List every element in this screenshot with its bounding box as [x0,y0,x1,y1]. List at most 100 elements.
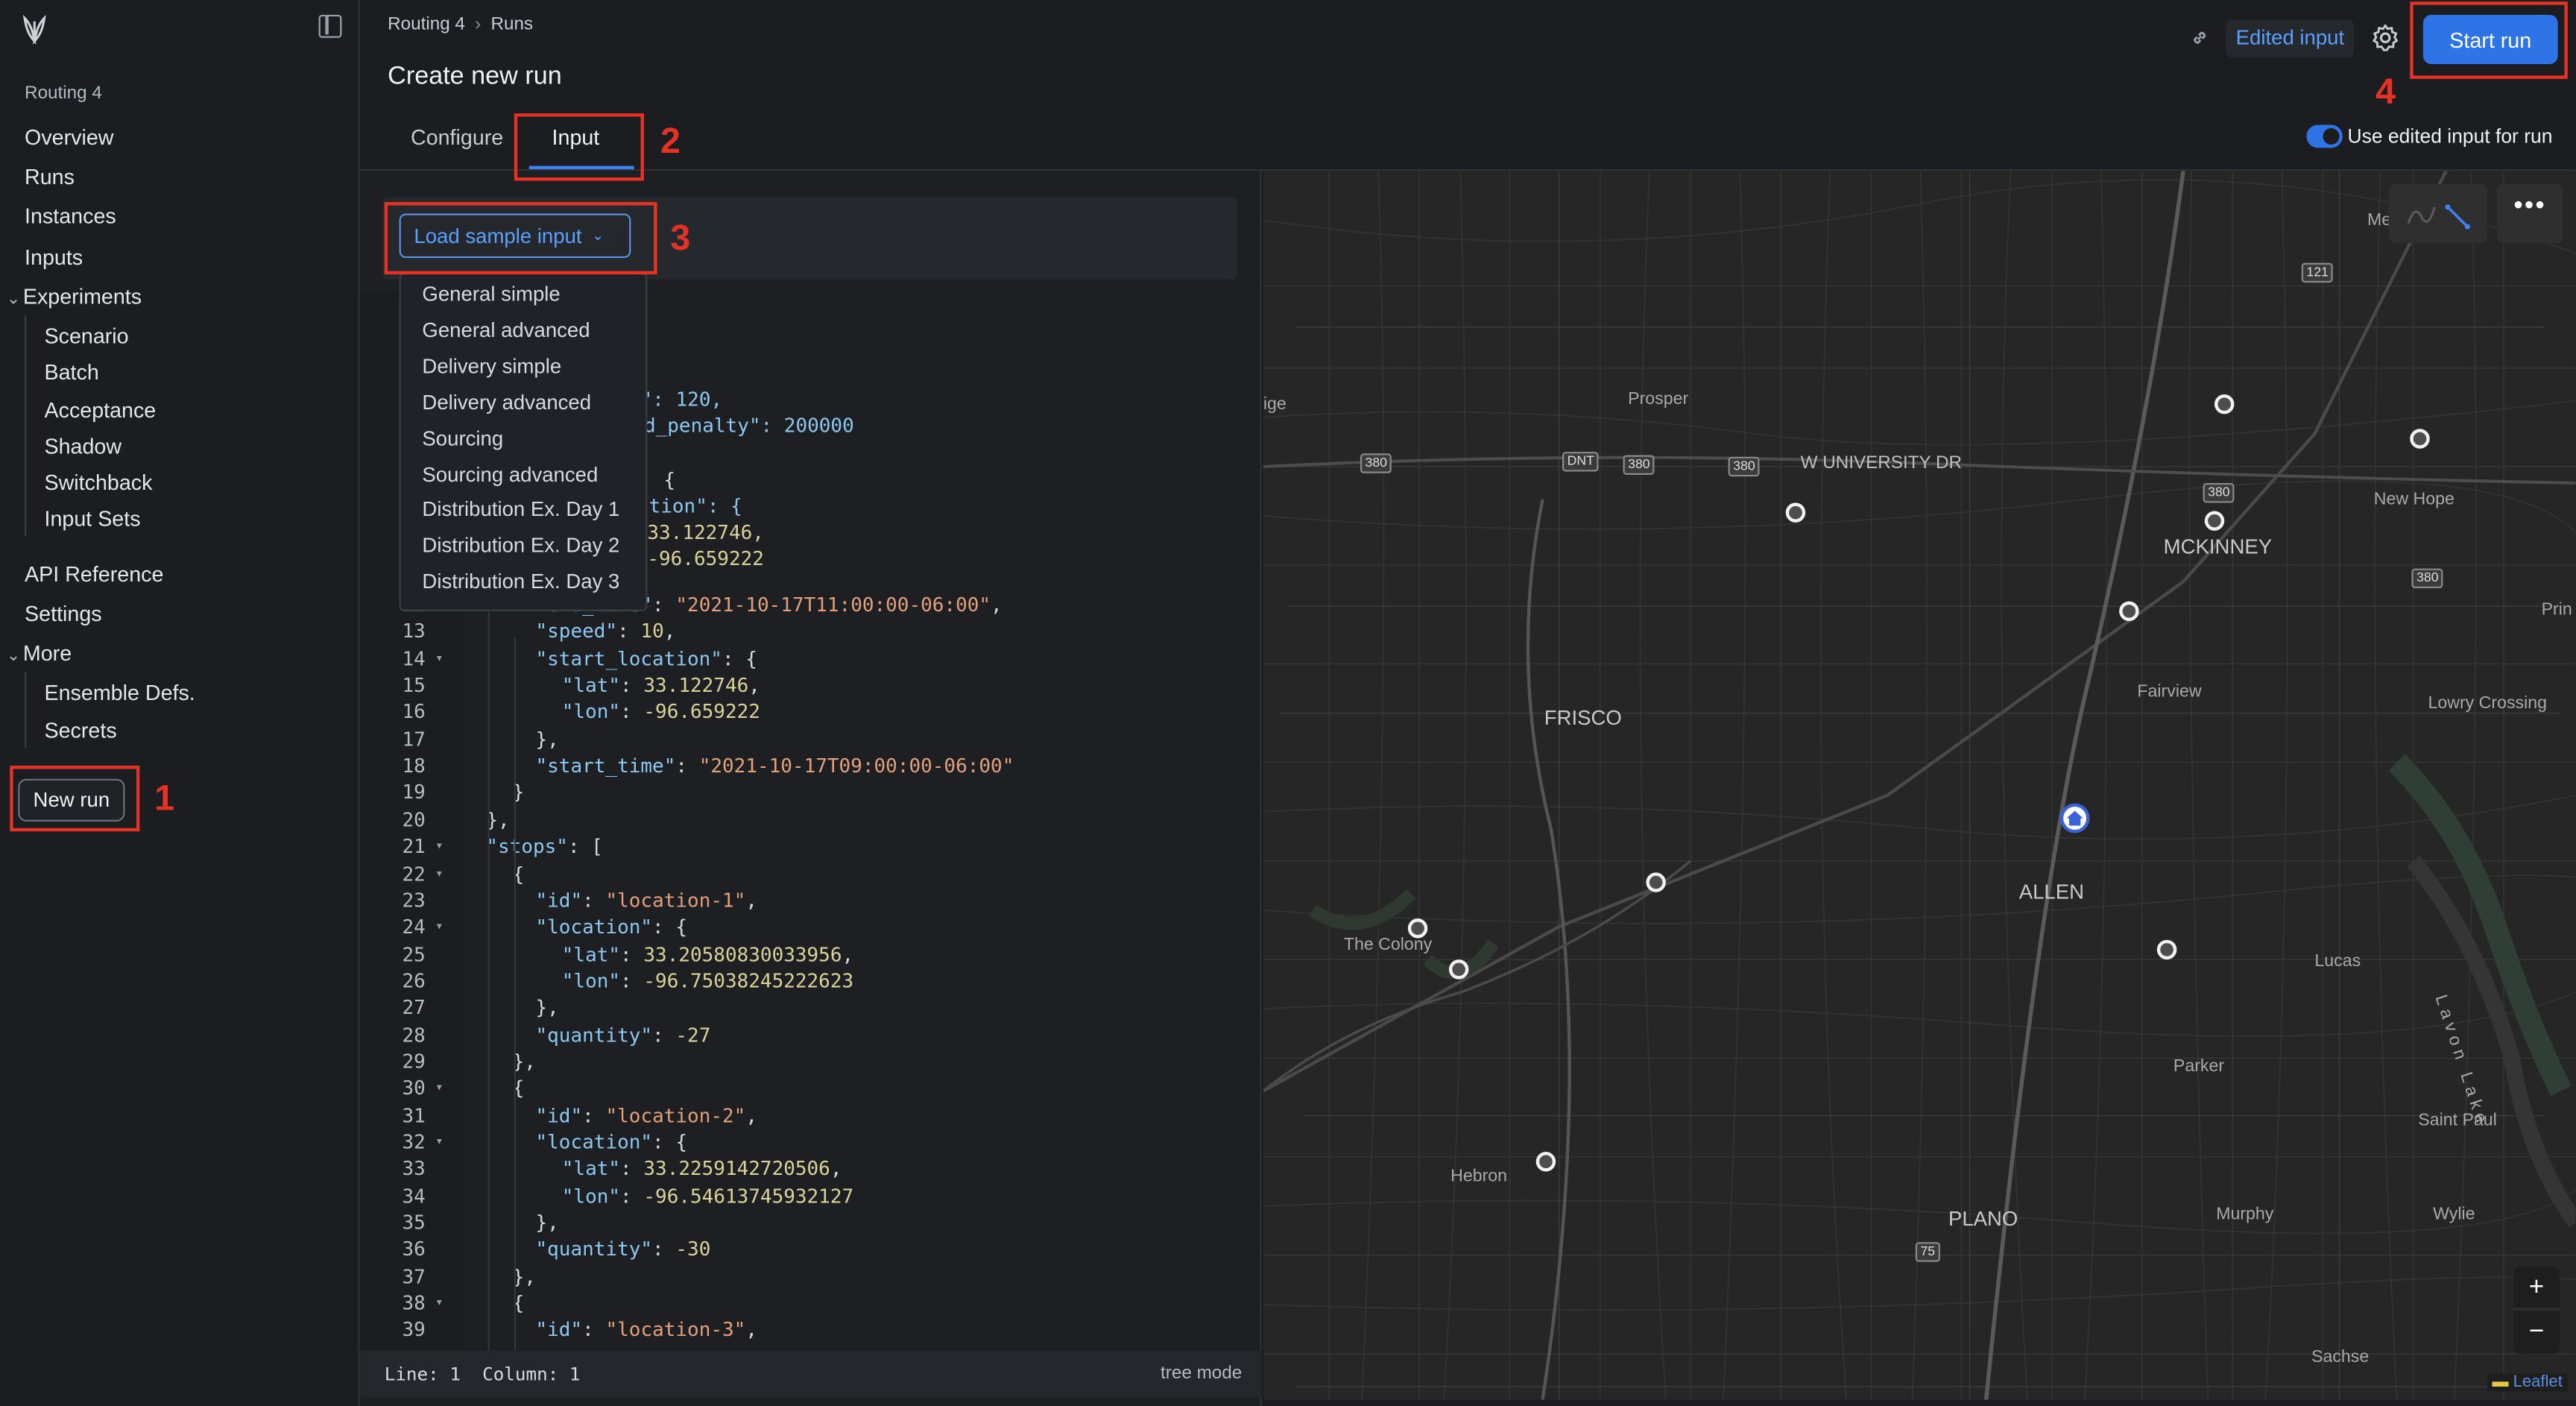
map-label-murphy: Murphy [2216,1204,2274,1224]
sidebar-item-settings[interactable]: Settings [25,602,102,626]
code-token: "lon" [561,1184,621,1208]
code-line-partial: 33.122746, [647,521,764,544]
stop-marker[interactable] [1448,959,1469,980]
start-run-button[interactable]: Start run [2422,14,2558,64]
code-line: "lon": -96.659222 [562,701,760,724]
sidebar-group-experiments[interactable]: ⌄ Experiments [7,284,142,309]
code-token: "2021-10-17T11:00:00-06:00" [675,593,991,617]
route-toggle-icons[interactable] [2389,184,2487,243]
code-line: "lat": 33.2259142720506, [562,1157,842,1180]
use-edited-input-label: Use edited input for run [2347,124,2553,148]
fold-toggle-icon[interactable]: ▾ [435,1134,443,1149]
code-token: : [652,593,676,617]
map-label-new-hope: New Hope [2373,489,2455,510]
edited-input-badge[interactable]: Edited input [2226,19,2355,58]
sidebar-item-scenario[interactable]: Scenario [45,324,129,348]
code-token: : [620,969,644,992]
breadcrumb-runs[interactable]: Runs [490,15,533,34]
sidebar-item-acceptance[interactable]: Acceptance [45,397,157,422]
chevron-down-icon: ⌄ [591,227,604,244]
home-icon [2066,810,2083,826]
sidebar-item-runs[interactable]: Runs [25,164,75,189]
zoom-in-button[interactable]: + [2513,1267,2560,1310]
line-number: 29 [402,1050,426,1074]
sample-menu-item[interactable]: General advanced [422,318,590,341]
code-token: : [620,1184,644,1208]
stop-marker[interactable] [2156,939,2177,960]
sidebar-group-more[interactable]: ⌄ More [7,641,72,666]
use-edited-input-toggle[interactable] [2306,124,2343,148]
more-options-icon[interactable]: ••• [2497,183,2563,244]
stop-marker[interactable] [1646,872,1666,892]
code-token: : [620,673,644,697]
page-title: Create new run [388,62,562,91]
depot-home-marker[interactable] [2059,803,2090,833]
sidebar-item-overview[interactable]: Overview [25,125,113,150]
code-token: }, [512,1050,536,1074]
sample-menu-item[interactable]: Distribution Ex. Day 2 [422,535,619,558]
map-label-wylie: Wylie [2433,1204,2475,1224]
code-token: : [652,1023,676,1047]
tree-guide [25,672,27,748]
attribution-link[interactable]: Leaflet [2513,1374,2563,1392]
sidebar-item-inputs[interactable]: Inputs [25,245,83,269]
sample-menu-item[interactable]: General simple [422,283,560,306]
stop-marker[interactable] [1407,918,1428,939]
link-icon[interactable] [2190,28,2209,47]
code-token: 33.122746, [647,520,764,544]
sample-menu-item[interactable]: Distribution Ex. Day 1 [422,499,619,522]
editor-mode[interactable]: tree mode [1161,1364,1242,1383]
sample-menu-item[interactable]: Sourcing [422,426,503,450]
fold-toggle-icon[interactable]: ▾ [435,1080,443,1095]
tab-input[interactable]: Input [552,125,600,150]
stop-marker[interactable] [2214,394,2235,414]
code-line-partial: { [663,468,675,491]
sidebar-item-input-sets[interactable]: Input Sets [45,506,141,531]
status-column: Column: 1 [482,1364,581,1385]
stop-marker[interactable] [2119,601,2139,622]
sidebar-item-switchback[interactable]: Switchback [45,470,153,494]
map-view[interactable]: FRISCO MCKINNEY ALLEN PLANO Prosper Meli… [1263,171,2576,1400]
zoom-out-button[interactable]: − [2513,1311,2560,1355]
sample-menu-item[interactable]: Delivery simple [422,355,561,378]
sidebar-item-api-reference[interactable]: API Reference [25,562,163,587]
sidebar-item-instances[interactable]: Instances [25,204,116,228]
code-token: -96.659222 [643,700,760,724]
sidebar-item-shadow[interactable]: Shadow [45,434,122,458]
map-label-frisco: FRISCO [1544,706,1622,730]
code-token: "location-1" [605,889,746,912]
fold-toggle-icon[interactable]: ▾ [435,838,443,853]
code-token: , [748,673,760,697]
gear-icon[interactable] [2370,23,2400,53]
highway-shield: 121 [2301,262,2334,283]
sample-menu-item[interactable]: Distribution Ex. Day 3 [422,570,619,593]
line-number: 16 [402,700,426,724]
stop-marker[interactable] [2410,429,2430,449]
code-token: , [745,1318,758,1342]
app-logo-icon[interactable] [19,14,49,45]
sidebar-collapse-icon[interactable] [318,14,342,38]
fold-toggle-icon[interactable]: ▾ [435,865,443,880]
stop-marker[interactable] [1785,502,1806,523]
breadcrumb-project[interactable]: Routing 4 [388,15,465,34]
load-sample-input-button[interactable]: Load sample input ⌄ [399,213,631,259]
sample-menu-item[interactable]: Sourcing advanced [422,462,598,485]
flag-icon: ▬ [2492,1373,2509,1392]
stop-marker[interactable] [1535,1152,1556,1172]
sidebar-group-experiments-label: Experiments [22,284,142,309]
map-attribution[interactable]: ▬ Leaflet [2487,1373,2568,1392]
map-label-sachse: Sachse [2311,1347,2370,1367]
fold-toggle-icon[interactable]: ▾ [435,1295,443,1310]
sidebar-item-ensemble-defs[interactable]: Ensemble Defs. [45,680,195,704]
sample-menu-item[interactable]: Delivery advanced [422,391,591,414]
new-run-button[interactable]: New run [18,778,125,822]
fold-toggle-icon[interactable]: ▾ [435,918,443,933]
fold-toggle-icon[interactable]: ▾ [435,650,443,665]
tab-configure[interactable]: Configure [411,125,503,150]
code-token: }, [535,727,559,751]
sidebar-item-batch[interactable]: Batch [45,360,99,385]
code-token: }, [512,1264,536,1288]
code-line: "lat": 33.20580830033956, [562,942,853,965]
stop-marker[interactable] [2204,511,2225,531]
sidebar-item-secrets[interactable]: Secrets [45,718,117,743]
